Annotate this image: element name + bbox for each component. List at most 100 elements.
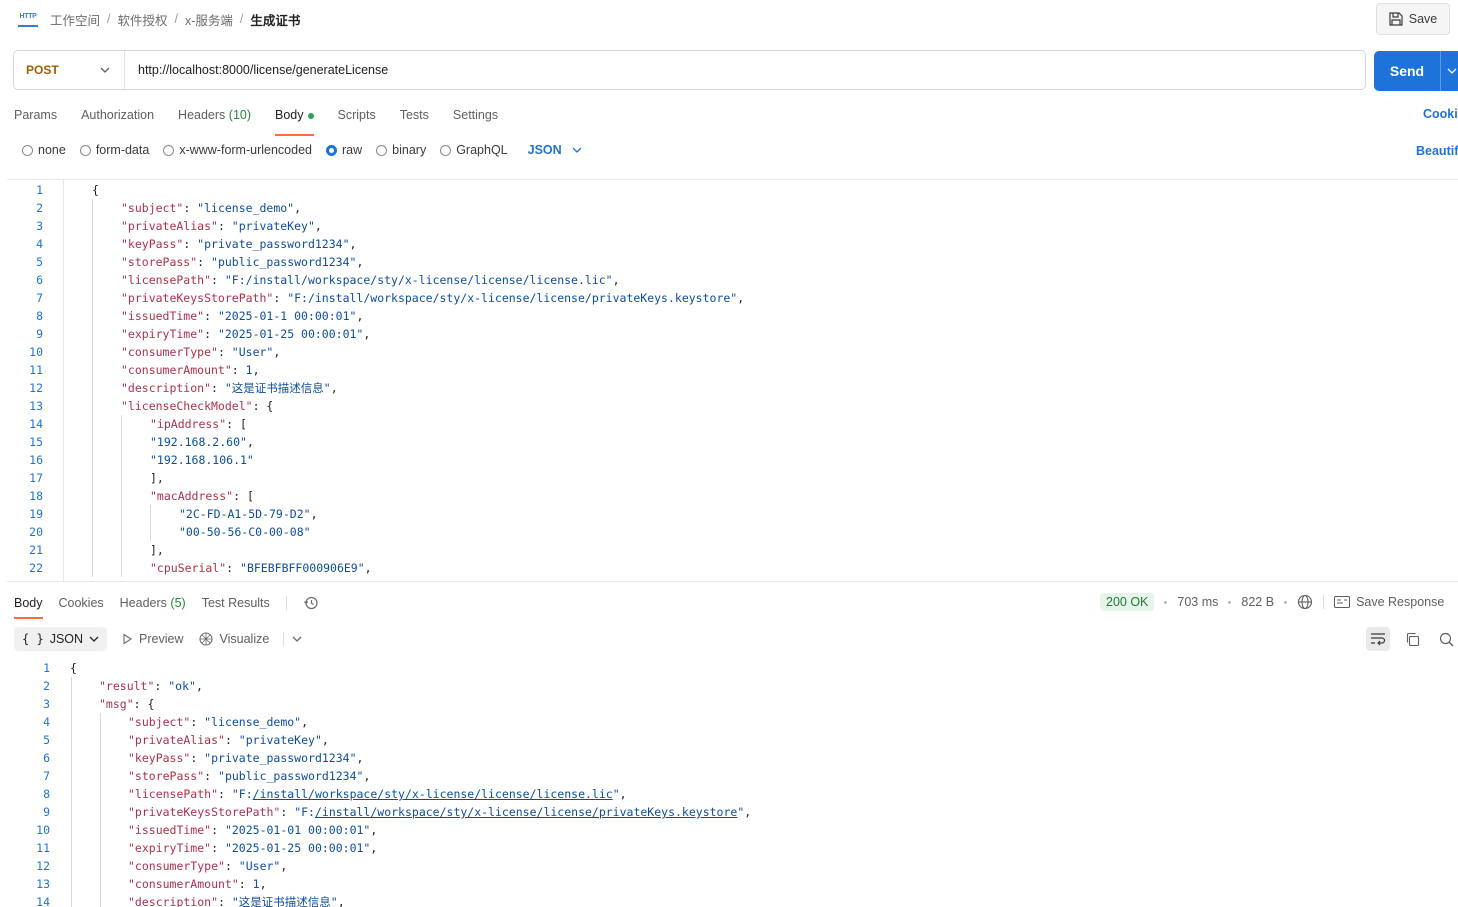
- response-tabs: Body Cookies Headers (5) Test Results: [14, 594, 319, 619]
- tab-params[interactable]: Params: [14, 106, 57, 128]
- tab-label: Cookies: [58, 596, 104, 610]
- chevron-down-icon[interactable]: [292, 636, 302, 642]
- line-number: 10: [36, 823, 50, 837]
- code-line: "cpuSerial": "BFEBFBFF000906E9",: [150, 559, 372, 577]
- code-line: "licensePath": "F:/install/workspace/sty…: [128, 785, 627, 803]
- radio-none[interactable]: none: [22, 143, 66, 157]
- response-tab-headers[interactable]: Headers (5): [120, 594, 186, 612]
- json-punctuation: ,: [321, 733, 329, 747]
- wrap-lines-icon: [1371, 633, 1386, 646]
- json-punctuation: :: [204, 327, 218, 341]
- response-body-viewer[interactable]: 1 {2 "result": "ok", 3 "msg": {4 "subject": "…: [7, 658, 1458, 907]
- method-select[interactable]: POST: [14, 51, 125, 89]
- json-punctuation: :: [218, 787, 232, 801]
- tab-scripts[interactable]: Scripts: [338, 106, 376, 128]
- line-number: 13: [36, 877, 50, 891]
- breadcrumb-separator: /: [239, 12, 244, 26]
- json-punctuation: :: [211, 381, 225, 395]
- globe-icon[interactable]: [1297, 594, 1313, 610]
- json-key: "storePass": [128, 769, 205, 783]
- url-input[interactable]: http://localhost:8000/license/generateLi…: [125, 63, 388, 77]
- code-line: "description": "这是证书描述信息",: [121, 379, 338, 397]
- json-key: "privateAlias": [128, 733, 225, 747]
- tab-authorization[interactable]: Authorization: [81, 106, 154, 128]
- line-number: 16: [29, 453, 43, 467]
- response-size[interactable]: 822 B: [1241, 595, 1274, 609]
- code-line: "privateKeysStorePath": "F:/install/work…: [121, 289, 744, 307]
- radio-raw[interactable]: raw: [326, 143, 362, 157]
- beautify-link[interactable]: Beautify: [1416, 144, 1458, 158]
- breadcrumb-item[interactable]: x-服务端: [185, 10, 233, 29]
- cookies-link[interactable]: Cookies: [1423, 107, 1458, 121]
- request-body-editor[interactable]: 1 {2 "subject": "license_demo", 3 "privateAl…: [7, 179, 1458, 582]
- tab-tests[interactable]: Tests: [400, 106, 429, 128]
- breadcrumb-item[interactable]: 软件授权: [118, 10, 168, 29]
- radio-circle: [22, 144, 33, 156]
- preview-button[interactable]: Preview: [121, 632, 184, 646]
- line-number: 6: [36, 273, 43, 287]
- chevron-down-icon[interactable]: [1447, 68, 1457, 74]
- response-time[interactable]: 703 ms: [1177, 595, 1218, 609]
- visualize-button[interactable]: Visualize: [198, 631, 269, 647]
- divider: [1323, 595, 1325, 609]
- json-value: "public_password1234": [218, 769, 364, 783]
- response-tab-body[interactable]: Body: [14, 594, 43, 619]
- json-value: "private_password1234": [204, 751, 357, 765]
- tab-body[interactable]: Body: [275, 106, 314, 136]
- json-value: "192.168.106.1": [150, 453, 254, 467]
- line-number: 11: [29, 363, 43, 377]
- json-punctuation: ,: [363, 327, 371, 341]
- json-key: "consumerType": [121, 345, 218, 359]
- radio-form-data[interactable]: form-data: [79, 143, 150, 157]
- json-key: "consumerAmount": [128, 877, 239, 891]
- json-value: "F:/install/workspace/sty/x-license/lice…: [224, 273, 613, 287]
- line-number: 10: [29, 345, 43, 359]
- breadcrumb-item[interactable]: 工作空间: [50, 10, 100, 29]
- code-line: "2C-FD-A1-5D-79-D2",: [179, 505, 318, 523]
- tab-label: Settings: [452, 108, 499, 122]
- json-punctuation: {: [92, 183, 99, 197]
- send-button[interactable]: Send: [1374, 51, 1458, 91]
- json-punctuation: :: [224, 733, 239, 747]
- tab-settings[interactable]: Settings: [453, 106, 498, 128]
- save-label: Save: [1408, 12, 1438, 26]
- separator-dot: [1164, 600, 1168, 604]
- save-button[interactable]: Save: [1376, 3, 1450, 35]
- json-punctuation: :: [211, 823, 225, 837]
- radio-graphql[interactable]: GraphQL: [440, 143, 508, 157]
- line-number: 19: [29, 507, 43, 521]
- json-punctuation: :: [231, 363, 246, 377]
- language-select[interactable]: JSON: [528, 143, 582, 157]
- response-tab-test-results[interactable]: Test Results: [202, 594, 270, 612]
- radio-binary[interactable]: binary: [376, 143, 426, 157]
- history-icon[interactable]: [303, 595, 319, 611]
- radio-urlencoded[interactable]: x-www-form-urlencoded: [163, 143, 312, 157]
- json-punctuation: ,: [330, 381, 338, 395]
- json-punctuation: :: [197, 255, 212, 269]
- wrap-lines-button[interactable]: [1366, 627, 1390, 651]
- json-punctuation: :: [224, 859, 239, 873]
- response-toolbar: { } JSON Preview Visualize: [14, 627, 302, 651]
- response-tab-cookies[interactable]: Cookies: [59, 594, 104, 612]
- json-punctuation: ,: [301, 715, 309, 729]
- tab-label: Authorization: [81, 108, 155, 122]
- response-format-select[interactable]: { } JSON: [14, 627, 108, 651]
- radio-label: form-data: [95, 143, 150, 157]
- json-key: "result": [99, 679, 155, 693]
- save-response-button[interactable]: Save Response: [1334, 595, 1444, 609]
- json-value: "BFEBFBFF000906E9": [240, 561, 365, 575]
- json-punctuation: ,: [246, 435, 254, 449]
- code-line: "ipAddress": [: [150, 415, 247, 433]
- search-button[interactable]: [1434, 627, 1458, 651]
- request-name[interactable]: 生成证书: [250, 10, 300, 29]
- status-badge[interactable]: 200 OK: [1100, 593, 1155, 611]
- copy-button[interactable]: [1400, 627, 1424, 651]
- json-punctuation: :: [280, 805, 295, 819]
- tab-headers[interactable]: Headers (10): [178, 106, 251, 128]
- json-punctuation: :: [211, 273, 225, 287]
- line-number: 8: [36, 309, 43, 323]
- json-punctuation: ,: [363, 769, 371, 783]
- json-punctuation: ,: [737, 291, 745, 305]
- line-number: 13: [29, 399, 43, 413]
- json-value: "public_password1234": [211, 255, 357, 269]
